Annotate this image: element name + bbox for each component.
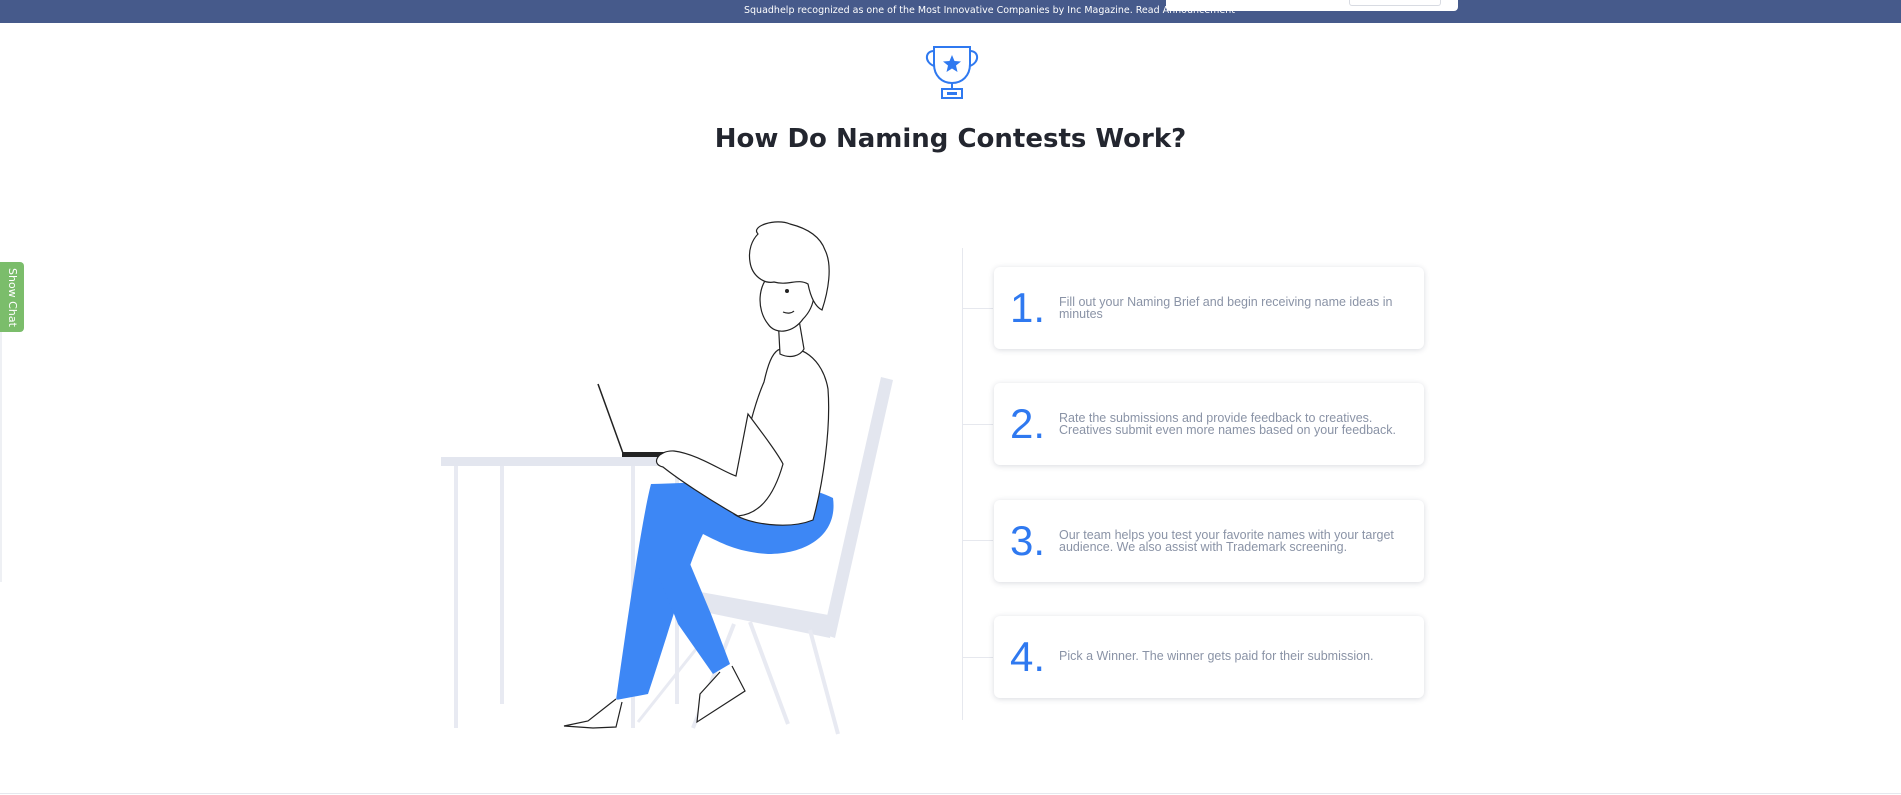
- step-number: 1.: [1010, 284, 1046, 331]
- step-description: Fill out your Naming Brief and begin rec…: [1059, 295, 1393, 321]
- step-number: 2.: [1010, 400, 1046, 447]
- announcement-dropdown-panel: [1166, 0, 1458, 11]
- step-number: 4.: [1010, 633, 1046, 680]
- step-description: Rate the submissions and provide feedbac…: [1059, 411, 1396, 437]
- step-card-2: 2. Rate the submissions and provide feed…: [994, 383, 1424, 465]
- person-at-laptop-illustration: [441, 221, 893, 735]
- step-card-1: 1. Fill out your Naming Brief and begin …: [994, 267, 1424, 349]
- timeline-tick: [963, 424, 993, 425]
- announcement-panel-button[interactable]: [1349, 0, 1441, 6]
- step-card-3: 3. Our team helps you test your favorite…: [994, 500, 1424, 582]
- timeline-tick: [963, 308, 993, 309]
- page-title: How Do Naming Contests Work?: [714, 124, 1187, 154]
- step-description: Our team helps you test your favorite na…: [1059, 528, 1394, 554]
- step-number: 3.: [1010, 517, 1046, 564]
- chat-panel-edge: [0, 332, 2, 582]
- step-card-4: 4. Pick a Winner. The winner gets paid f…: [994, 616, 1424, 698]
- step-description: Pick a Winner. The winner gets paid for …: [1059, 649, 1374, 663]
- trophy-icon: [925, 46, 979, 99]
- section-divider: [0, 793, 1901, 794]
- steps-timeline: [962, 248, 963, 720]
- announcement-text: Squadhelp recognized as one of the Most …: [744, 5, 1133, 16]
- announcement-text-wrap: Squadhelp recognized as one of the Most …: [744, 5, 1235, 17]
- announcement-bar: Squadhelp recognized as one of the Most …: [0, 0, 1901, 23]
- show-chat-tab[interactable]: Show Chat: [0, 262, 24, 332]
- timeline-tick: [963, 540, 993, 541]
- timeline-tick: [963, 657, 993, 658]
- show-chat-label: Show Chat: [6, 268, 19, 327]
